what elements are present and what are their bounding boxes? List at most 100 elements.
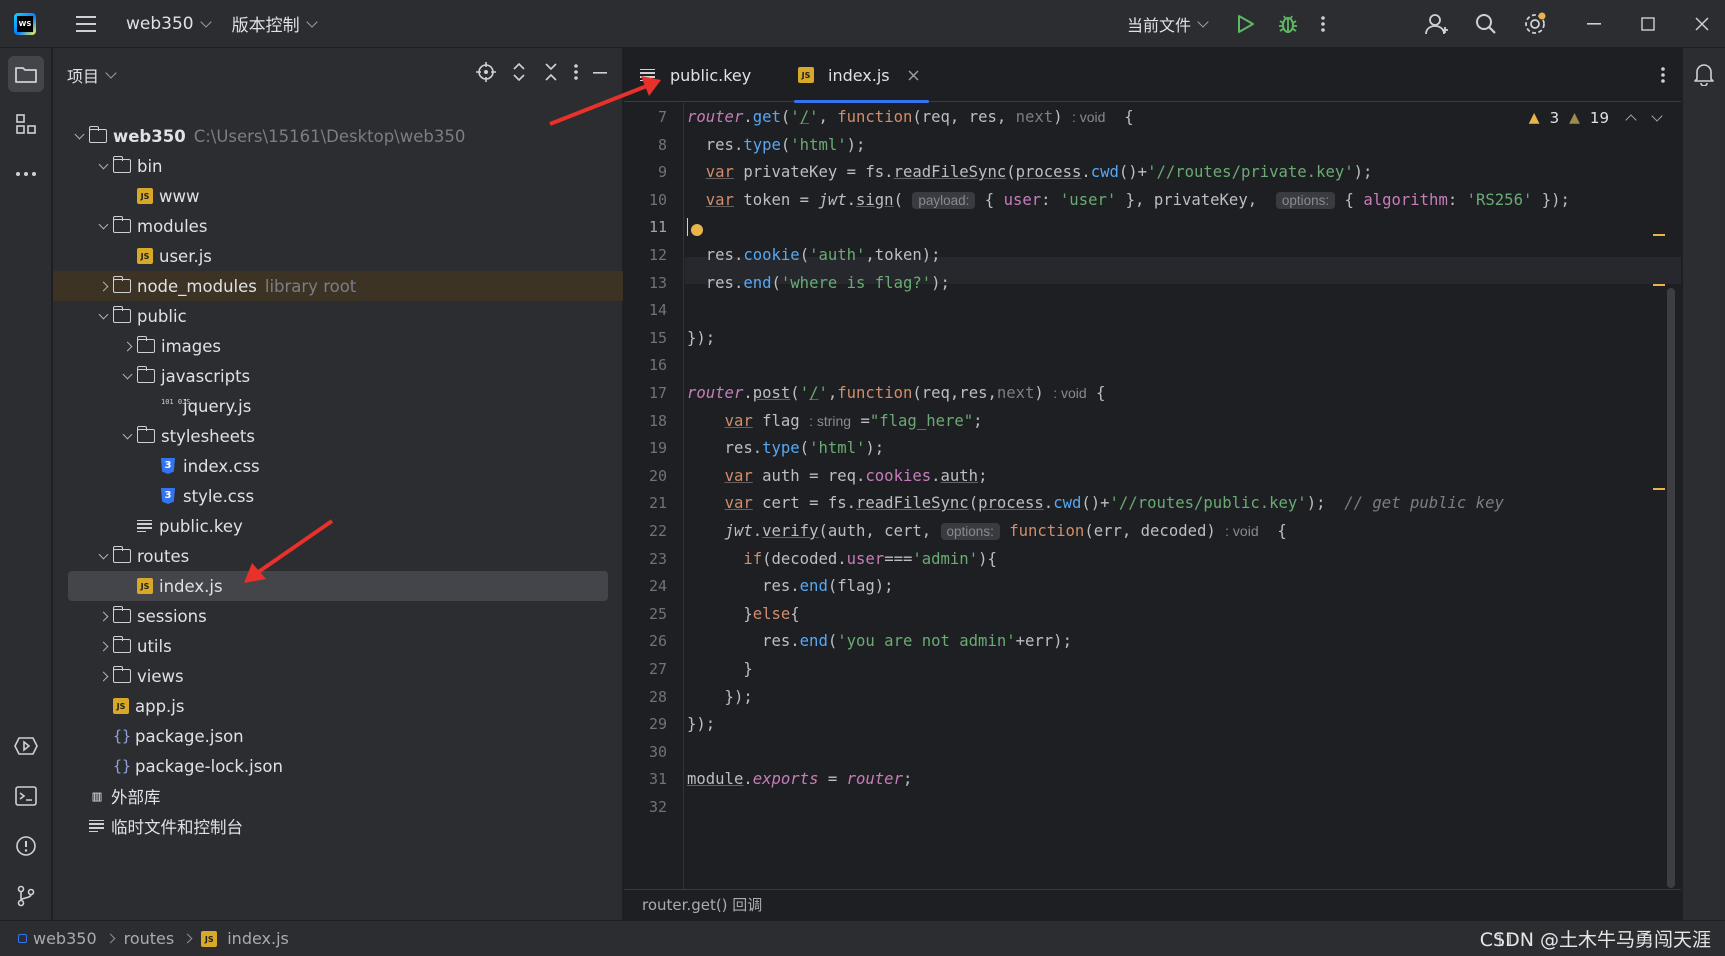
tab-index-js[interactable]: JS index.js <box>794 48 929 103</box>
chevron-right-icon <box>105 933 116 944</box>
breadcrumb-item[interactable]: index.js <box>227 929 289 948</box>
chevron-down-icon[interactable] <box>98 549 108 559</box>
line-number[interactable]: 18 <box>627 408 667 436</box>
folder-icon <box>112 636 131 653</box>
line-number[interactable]: 10 <box>627 187 667 215</box>
inspection-widget[interactable]: ▲ 3 ▲ 19 <box>1529 104 1663 132</box>
settings-gear-icon[interactable] <box>1523 12 1547 36</box>
project-view-selector[interactable]: 项目 <box>67 63 117 87</box>
line-number[interactable]: 22 <box>627 518 667 546</box>
chevron-right-icon[interactable] <box>122 341 132 351</box>
tree-item[interactable]: JS user.js <box>53 241 623 271</box>
line-number[interactable]: 17 <box>627 380 667 408</box>
tree-item[interactable]: modules <box>53 211 623 241</box>
line-number[interactable]: 23 <box>627 546 667 574</box>
main-menu-icon[interactable] <box>76 15 96 32</box>
code-breadcrumb[interactable]: router.get() 回调 <box>624 889 1681 920</box>
line-number[interactable]: 14 <box>627 297 667 325</box>
chevron-down-icon[interactable] <box>98 309 108 319</box>
tree-item[interactable]: {} package-lock.json <box>53 751 623 781</box>
line-number[interactable]: 20 <box>627 463 667 491</box>
add-user-icon[interactable] <box>1425 13 1449 35</box>
run-config-selector[interactable]: 当前文件 <box>1127 12 1209 36</box>
chevron-right-icon[interactable] <box>98 671 108 681</box>
breadcrumb-item[interactable]: web350 <box>33 929 97 948</box>
breadcrumb-item[interactable]: routes <box>124 929 175 948</box>
maximize-icon[interactable] <box>1641 17 1655 31</box>
javascript-file-icon: JS <box>137 578 153 594</box>
run-icon[interactable] <box>1237 14 1255 34</box>
line-number[interactable]: 32 <box>627 794 667 822</box>
line-number[interactable]: 30 <box>627 739 667 767</box>
line-number[interactable]: 8 <box>627 132 667 160</box>
chevron-up-icon[interactable] <box>1625 114 1637 126</box>
tree-item[interactable]: JS www <box>53 181 623 211</box>
editor-tabs-menu-icon[interactable] <box>1661 66 1665 84</box>
problems-tool-button[interactable] <box>8 828 44 864</box>
structure-tool-button[interactable] <box>8 106 44 142</box>
line-number[interactable]: 31 <box>627 766 667 794</box>
tree-item[interactable]: stylesheets <box>53 421 623 451</box>
tree-item[interactable]: sessions <box>53 601 623 631</box>
tree-item[interactable]: web350 C:\Users\15161\Desktop\web350 <box>53 121 623 151</box>
search-icon[interactable] <box>1475 13 1497 35</box>
debug-icon[interactable] <box>1277 13 1299 35</box>
tree-item[interactable]: 临时文件和控制台 <box>53 811 623 841</box>
notifications-bell-icon[interactable] <box>1693 62 1715 86</box>
chevron-down-icon[interactable] <box>122 369 132 379</box>
chevron-right-icon[interactable] <box>98 641 108 651</box>
tree-item[interactable]: ▥ 外部库 <box>53 781 623 811</box>
project-switcher[interactable]: web350 <box>126 14 212 34</box>
lightbulb-icon[interactable] <box>691 224 703 236</box>
line-number[interactable]: 19 <box>627 435 667 463</box>
close-tab-icon[interactable] <box>908 70 919 81</box>
line-number[interactable]: 26 <box>627 628 667 656</box>
chevron-right-icon[interactable] <box>98 611 108 621</box>
tree-item[interactable]: images <box>53 331 623 361</box>
line-number[interactable]: 16 <box>627 352 667 380</box>
chevron-down-icon[interactable] <box>98 219 108 229</box>
webstorm-logo[interactable]: WS <box>14 12 36 35</box>
close-window-icon[interactable] <box>1695 17 1709 31</box>
chevron-down-icon[interactable] <box>74 129 84 139</box>
line-number[interactable]: 27 <box>627 656 667 684</box>
tree-item[interactable]: node_modules library root <box>53 271 623 301</box>
more-actions-icon[interactable] <box>1321 15 1325 33</box>
vcs-menu[interactable]: 版本控制 <box>232 11 318 36</box>
line-number[interactable]: 13 <box>627 270 667 298</box>
line-number[interactable]: 25 <box>627 601 667 629</box>
tree-item[interactable]: public <box>53 301 623 331</box>
chevron-down-icon[interactable] <box>1651 110 1663 122</box>
minimize-icon[interactable] <box>1587 23 1601 25</box>
git-tool-button[interactable] <box>8 878 44 914</box>
project-tool-button[interactable] <box>8 56 44 92</box>
tree-item[interactable]: bin <box>53 151 623 181</box>
expand-all-icon[interactable] <box>510 62 528 82</box>
services-tool-button[interactable] <box>8 728 44 764</box>
line-number[interactable]: 21 <box>627 490 667 518</box>
tree-item[interactable]: JS app.js <box>53 691 623 721</box>
chevron-down-icon[interactable] <box>122 429 132 439</box>
more-tools-button[interactable] <box>8 156 44 192</box>
line-number[interactable]: 15 <box>627 325 667 353</box>
tree-item[interactable]: javascripts <box>53 361 623 391</box>
line-number[interactable]: 12 <box>627 242 667 270</box>
chevron-down-icon[interactable] <box>98 159 108 169</box>
javascript-file-icon: JS <box>137 188 153 204</box>
tree-item[interactable]: 3 index.css <box>53 451 623 481</box>
line-number[interactable]: 28 <box>627 684 667 712</box>
line-number[interactable]: 11 <box>627 214 667 242</box>
vertical-scrollbar[interactable] <box>1667 288 1675 888</box>
code-line: var cert = fs.readFileSync(process.cwd()… <box>724 494 1504 513</box>
tree-item[interactable]: 3 style.css <box>53 481 623 511</box>
tree-item[interactable]: views <box>53 661 623 691</box>
tree-item[interactable]: {} package.json <box>53 721 623 751</box>
tree-item[interactable]: utils <box>53 631 623 661</box>
chevron-right-icon[interactable] <box>98 281 108 291</box>
tree-item[interactable]: 101 0JS jquery.js <box>53 391 623 421</box>
line-number[interactable]: 9 <box>627 159 667 187</box>
terminal-tool-button[interactable] <box>8 778 44 814</box>
line-number[interactable]: 29 <box>627 711 667 739</box>
locate-file-icon[interactable] <box>476 62 496 82</box>
line-number[interactable]: 24 <box>627 573 667 601</box>
